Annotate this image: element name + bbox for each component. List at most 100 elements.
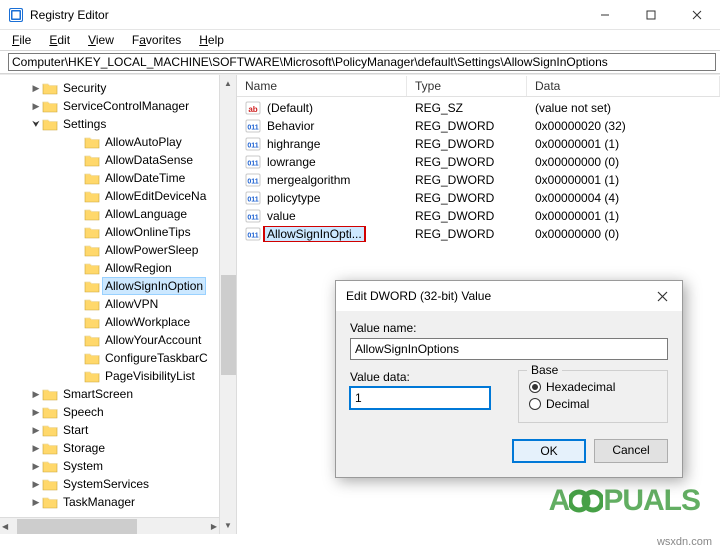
scroll-down-icon[interactable]: ▼ <box>220 517 236 534</box>
menu-view[interactable]: View <box>80 32 122 48</box>
tree-label: AllowVPN <box>103 296 160 312</box>
radio-decimal[interactable]: Decimal <box>529 397 657 411</box>
expand-icon[interactable]: ▶ <box>30 83 42 94</box>
ok-button[interactable]: OK <box>512 439 586 463</box>
tree-horizontal-scrollbar[interactable]: ◀ ▶ <box>0 517 219 534</box>
tree-item-allowpowersleep[interactable]: AllowPowerSleep <box>72 241 236 259</box>
tree-item-pagevisibilitylist[interactable]: PageVisibilityList <box>72 367 236 385</box>
scroll-right-icon[interactable]: ▶ <box>211 522 217 531</box>
tree-item-settings[interactable]: ⮟ Settings <box>30 115 236 133</box>
folder-icon <box>84 225 100 239</box>
tree-item-allowregion[interactable]: AllowRegion <box>72 259 236 277</box>
dialog-titlebar[interactable]: Edit DWORD (32-bit) Value <box>336 281 682 311</box>
tree-item-smartscreen[interactable]: ▶ SmartScreen <box>30 385 236 403</box>
tree-label: Storage <box>61 440 107 456</box>
list-row[interactable]: highrangeREG_DWORD0x00000001 (1) <box>237 135 720 153</box>
expand-icon[interactable]: ▶ <box>30 407 42 418</box>
tree-item-storage[interactable]: ▶ Storage <box>30 439 236 457</box>
value-name-input[interactable] <box>350 338 668 360</box>
dword-value-icon <box>245 136 261 152</box>
minimize-button[interactable] <box>582 0 628 30</box>
tree-label: TaskManager <box>61 494 137 510</box>
collapse-icon[interactable]: ⮟ <box>30 119 42 130</box>
tree-item-servicecontrolmanager[interactable]: ▶ ServiceControlManager <box>30 97 236 115</box>
tree-item-allowworkplace[interactable]: AllowWorkplace <box>72 313 236 331</box>
tree-label: PageVisibilityList <box>103 368 197 384</box>
tree-item-allowautoplay[interactable]: AllowAutoPlay <box>72 133 236 151</box>
scroll-thumb[interactable] <box>17 519 137 534</box>
registry-tree[interactable]: ▶ Security ▶ ServiceControlManager ⮟ <box>0 79 236 513</box>
column-type[interactable]: Type <box>407 76 527 96</box>
expand-icon[interactable]: ▶ <box>30 389 42 400</box>
close-button[interactable] <box>674 0 720 30</box>
address-input[interactable] <box>8 53 716 71</box>
expand-icon[interactable]: ▶ <box>30 461 42 472</box>
tree-label: Speech <box>61 404 106 420</box>
watermark-url: wsxdn.com <box>657 536 712 548</box>
menu-help[interactable]: Help <box>191 32 232 48</box>
titlebar: Registry Editor <box>0 0 720 30</box>
tree-label: SmartScreen <box>61 386 135 402</box>
radio-icon <box>529 381 541 393</box>
value-type: REG_DWORD <box>407 227 527 241</box>
column-name[interactable]: Name <box>237 76 407 96</box>
list-row[interactable]: lowrangeREG_DWORD0x00000000 (0) <box>237 153 720 171</box>
regedit-app-icon <box>8 7 24 23</box>
menu-favorites[interactable]: Favorites <box>124 32 189 48</box>
list-row[interactable]: valueREG_DWORD0x00000001 (1) <box>237 207 720 225</box>
tree-item-allowonlinetips[interactable]: AllowOnlineTips <box>72 223 236 241</box>
expand-icon[interactable]: ▶ <box>30 443 42 454</box>
tree-item-allowyouraccount[interactable]: AllowYourAccount <box>72 331 236 349</box>
cancel-button[interactable]: Cancel <box>594 439 668 463</box>
list-row[interactable]: mergealgorithmREG_DWORD0x00000001 (1) <box>237 171 720 189</box>
tree-label: ServiceControlManager <box>61 98 191 114</box>
tree-item-taskscheduler[interactable]: ▶TaskScheduler <box>30 511 236 513</box>
tree-item-allowsigninoptions[interactable]: AllowSignInOption <box>72 277 236 295</box>
menu-edit[interactable]: Edit <box>41 32 78 48</box>
tree-item-allowdatetime[interactable]: AllowDateTime <box>72 169 236 187</box>
folder-icon <box>42 405 58 419</box>
tree-label: System <box>61 458 105 474</box>
tree-item-configuretaskbarcalendar[interactable]: ConfigureTaskbarC <box>72 349 236 367</box>
folder-icon <box>84 315 100 329</box>
folder-icon <box>84 135 100 149</box>
scroll-up-icon[interactable]: ▲ <box>220 75 236 92</box>
tree-item-taskmanager[interactable]: ▶ TaskManager <box>30 493 236 511</box>
expand-icon[interactable]: ▶ <box>30 425 42 436</box>
list-row[interactable]: AllowSignInOpti...REG_DWORD0x00000000 (0… <box>237 225 720 243</box>
list-row[interactable]: BehaviorREG_DWORD0x00000020 (32) <box>237 117 720 135</box>
tree-item-speech[interactable]: ▶ Speech <box>30 403 236 421</box>
tree-label: AllowSignInOption <box>103 278 205 294</box>
radio-hexadecimal[interactable]: Hexadecimal <box>529 380 657 394</box>
tree-item-allowvpn[interactable]: AllowVPN <box>72 295 236 313</box>
value-name: Behavior <box>265 119 316 133</box>
list-row[interactable]: (Default)REG_SZ(value not set) <box>237 99 720 117</box>
tree-item-alloweditdevicename[interactable]: AllowEditDeviceNa <box>72 187 236 205</box>
tree-item-allowdatasense[interactable]: AllowDataSense <box>72 151 236 169</box>
scroll-left-icon[interactable]: ◀ <box>2 522 8 531</box>
expand-icon[interactable]: ▶ <box>30 479 42 490</box>
tree-vertical-scrollbar[interactable]: ▲ ▼ <box>219 75 236 534</box>
value-data: 0x00000001 (1) <box>527 209 720 223</box>
menu-file[interactable]: File <box>4 32 39 48</box>
expand-icon[interactable]: ▶ <box>30 497 42 508</box>
folder-icon <box>42 387 58 401</box>
value-data-input[interactable] <box>350 387 490 409</box>
column-data[interactable]: Data <box>527 76 720 96</box>
tree-label: AllowLanguage <box>103 206 189 222</box>
folder-icon <box>84 279 100 293</box>
scroll-thumb[interactable] <box>221 275 236 375</box>
dialog-close-button[interactable] <box>642 281 682 311</box>
window-controls <box>582 0 720 30</box>
value-name: (Default) <box>265 101 315 115</box>
tree-item-system[interactable]: ▶ System <box>30 457 236 475</box>
list-row[interactable]: policytypeREG_DWORD0x00000004 (4) <box>237 189 720 207</box>
tree-item-start[interactable]: ▶Start <box>30 421 236 439</box>
tree-item-systemservices[interactable]: ▶SystemServices <box>30 475 236 493</box>
maximize-button[interactable] <box>628 0 674 30</box>
value-data: 0x00000000 (0) <box>527 227 720 241</box>
tree-label: AllowEditDeviceNa <box>103 188 208 204</box>
tree-item-allowlanguage[interactable]: AllowLanguage <box>72 205 236 223</box>
tree-item-security[interactable]: ▶ Security <box>30 79 236 97</box>
expand-icon[interactable]: ▶ <box>30 101 42 112</box>
